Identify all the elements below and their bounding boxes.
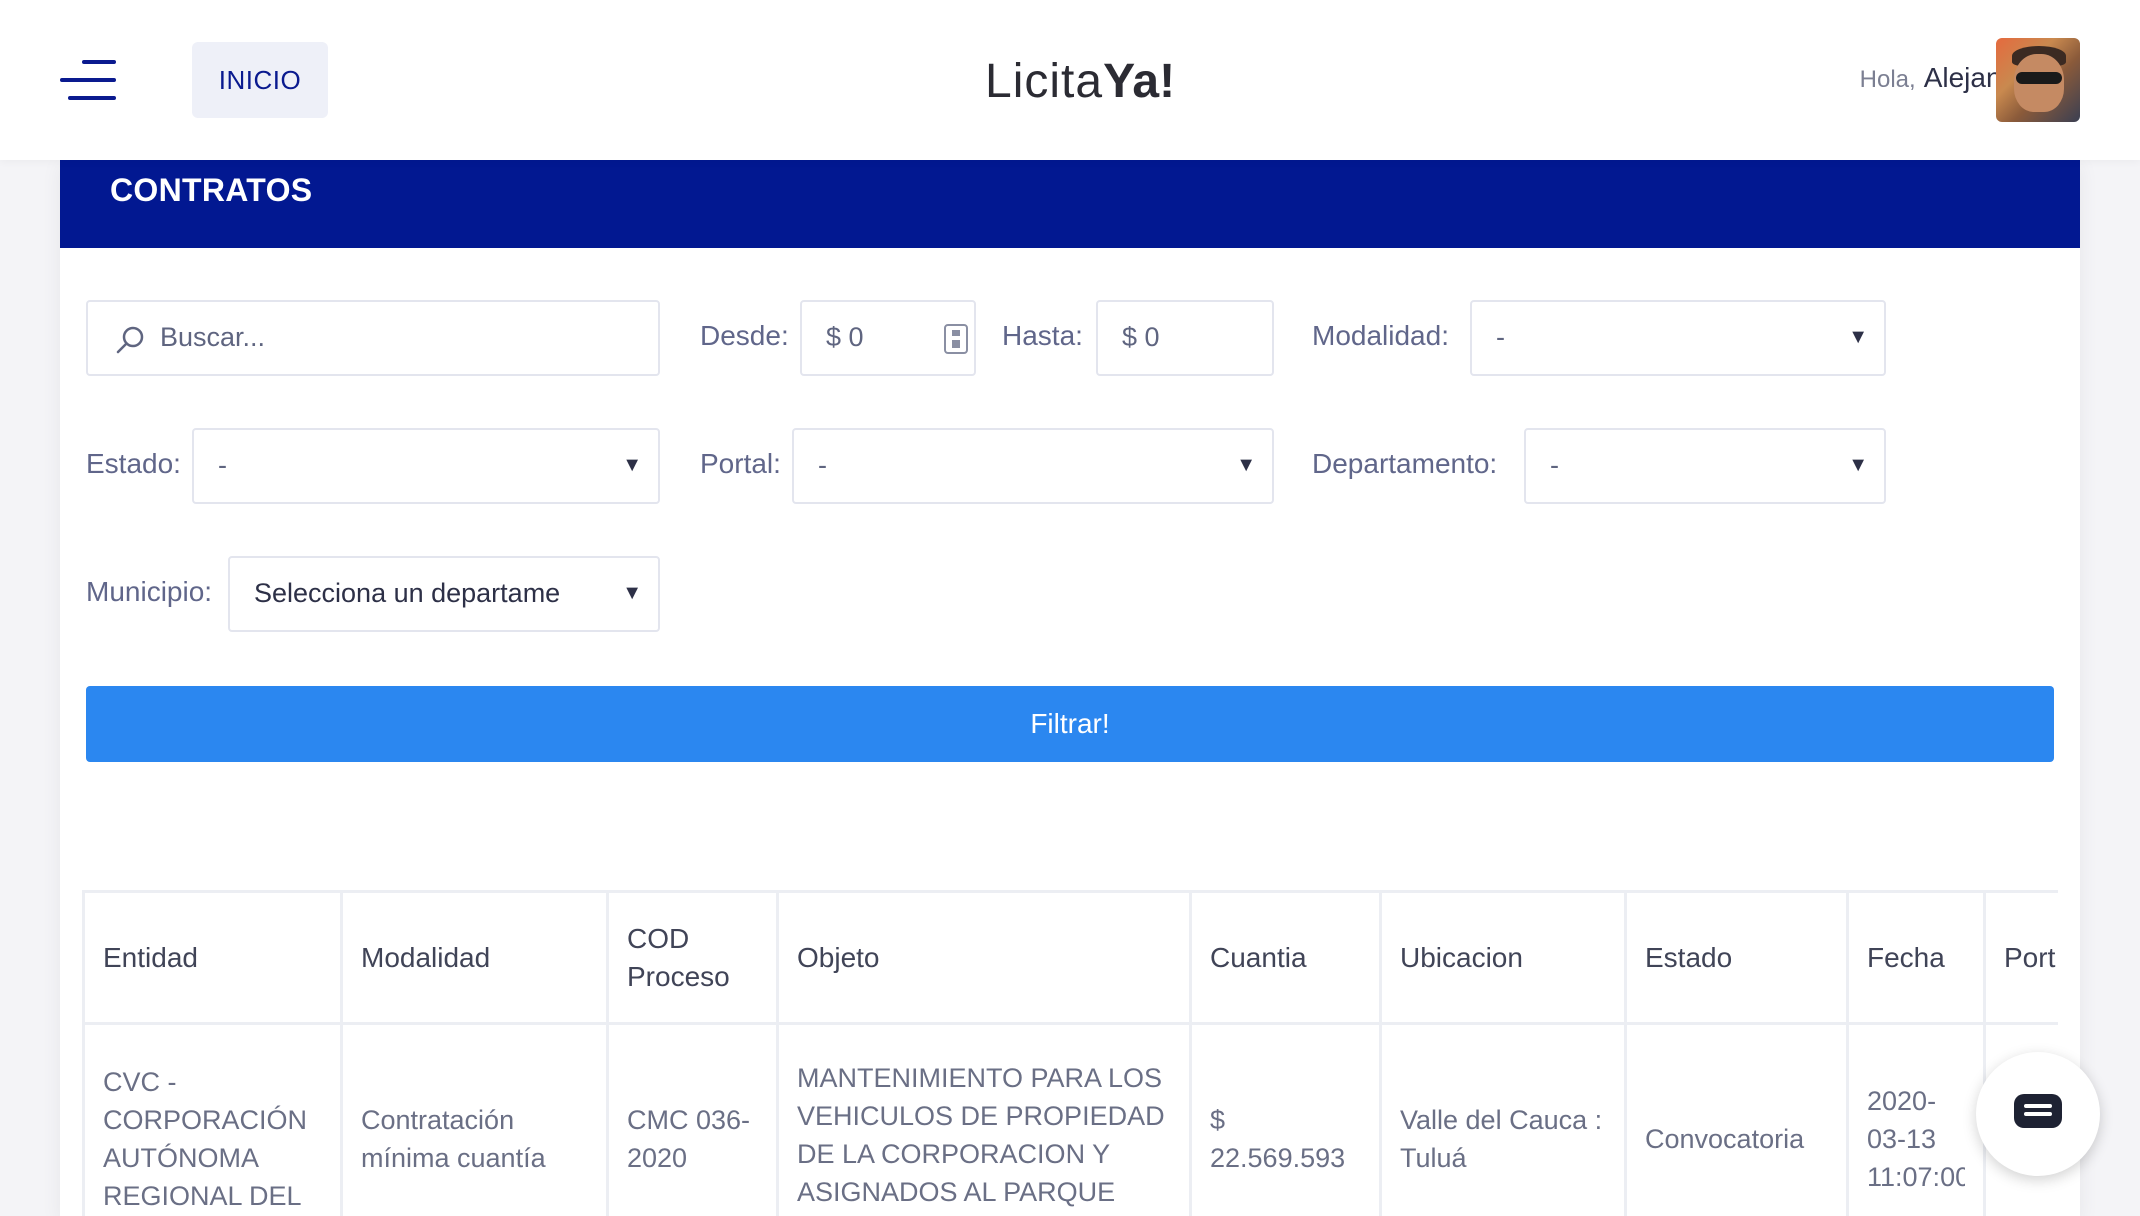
chevron-down-icon: ▼ [1848,454,1868,476]
municipio-select[interactable]: Selecciona un departame ▼ [228,556,660,632]
modalidad-select[interactable]: - ▼ [1470,300,1886,376]
column-header-entidad[interactable]: Entidad [82,890,343,1025]
desde-value: $ 0 [826,322,864,352]
search-input[interactable]: Buscar... [86,300,660,376]
table-row[interactable]: CVC - CORPORACIÓN AUTÓNOMA REGIONAL DEL … [82,1022,2058,1216]
greeting-text: Hola, [1859,66,1916,93]
table-header-row: Entidad Modalidad COD Proceso Objeto Cua… [82,890,2058,1025]
municipio-value: Selecciona un departame [254,578,561,608]
column-header-fecha[interactable]: Fecha [1846,890,1986,1025]
cell-objeto: MANTENIMIENTO PARA LOS VEHICULOS DE PROP… [776,1022,1192,1216]
modalidad-label: Modalidad: [1312,320,1449,351]
cell-modalidad: Contratación mínima cuantía [340,1022,609,1216]
desde-label: Desde: [700,320,789,351]
chevron-down-icon: ▼ [1848,326,1868,348]
departamento-label: Departamento: [1312,448,1498,479]
column-header-cod-proceso[interactable]: COD Proceso [606,890,779,1025]
departamento-value: - [1550,450,1559,480]
contracts-table: Entidad Modalidad COD Proceso Objeto Cua… [82,890,2058,1216]
portal-value: - [818,450,827,480]
cell-estado: Convocatoria [1624,1022,1849,1216]
contracts-card: CONTRATOS Buscar... Desde: $ 0 Hasta: $ … [60,160,2080,1216]
cell-ubicacion: Valle del Cauca : Tuluá [1379,1022,1627,1216]
chat-icon [2014,1094,2062,1128]
chevron-down-icon: ▼ [622,454,642,476]
column-header-cuantia[interactable]: Cuantia [1189,890,1382,1025]
column-header-estado[interactable]: Estado [1624,890,1849,1025]
logo-text-ya: Ya! [1103,55,1176,108]
column-header-modalidad[interactable]: Modalidad [340,890,609,1025]
chevron-down-icon: ▼ [1236,454,1256,476]
cell-fecha: 2020-03-13 11:07:00 [1846,1022,1986,1216]
logo-text-licita: Licita [985,55,1104,108]
number-stepper-icon[interactable] [944,324,968,354]
cell-cod-proceso: CMC 036-2020 [606,1022,779,1216]
hamburger-menu-icon[interactable] [60,58,116,102]
estado-value: - [218,450,227,480]
column-header-portal[interactable]: Port [1983,890,2058,1025]
top-bar: INICIO LicitaYa! Hola, Alejandro [0,0,2140,160]
portal-label: Portal: [700,448,781,479]
portal-select[interactable]: - ▼ [792,428,1274,504]
modalidad-value: - [1496,322,1505,352]
search-placeholder: Buscar... [160,322,266,352]
column-header-ubicacion[interactable]: Ubicacion [1379,890,1627,1025]
search-icon [116,326,144,354]
cell-entidad: CVC - CORPORACIÓN AUTÓNOMA REGIONAL DEL [82,1022,343,1216]
chat-button[interactable] [1976,1052,2100,1176]
column-header-objeto[interactable]: Objeto [776,890,1192,1025]
logo[interactable]: LicitaYa! [985,54,1175,110]
estado-select[interactable]: - ▼ [192,428,660,504]
avatar[interactable] [1996,38,2080,122]
estado-label: Estado: [86,448,181,479]
inicio-button[interactable]: INICIO [192,42,328,118]
page-title: CONTRATOS [110,172,313,208]
hasta-label: Hasta: [1002,320,1083,351]
desde-input[interactable]: $ 0 [800,300,976,376]
hasta-input[interactable]: $ 0 [1096,300,1274,376]
departamento-select[interactable]: - ▼ [1524,428,1886,504]
municipio-label: Municipio: [86,576,213,607]
cell-cuantia: $ 22.569.593 [1189,1022,1382,1216]
filter-button[interactable]: Filtrar! [86,686,2054,762]
hasta-value: $ 0 [1122,322,1160,352]
card-header: CONTRATOS [60,160,2080,248]
chevron-down-icon: ▼ [622,582,642,604]
